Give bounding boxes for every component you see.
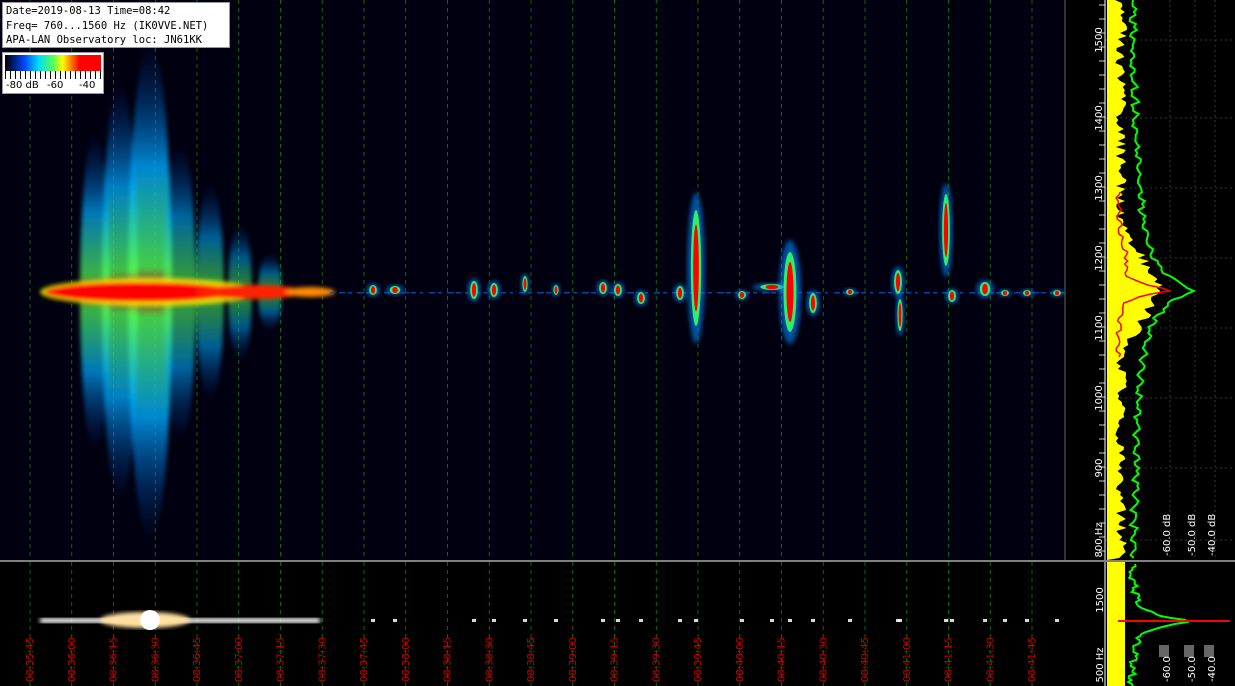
time-label: 08:36:15	[109, 637, 120, 682]
time-label: 08:37:00	[234, 637, 245, 682]
spectrogram-canvas: 08:35:45 08:36:00 08:36:15 08:36:30 08:36:45…	[0, 0, 1235, 686]
info-box: Date=2019-08-13 Time=08:42 Freq= 760...1…	[2, 2, 230, 48]
mini-db-label: -50.0	[1187, 656, 1198, 682]
date-time-text: Date=2019-08-13 Time=08:42	[6, 5, 171, 17]
frequency-label: 1500	[1094, 27, 1105, 52]
mini-frequency-label: 500 Hz	[1095, 647, 1106, 682]
time-label: 08:37:30	[317, 637, 328, 682]
mini-db-label: -40.0	[1207, 656, 1218, 682]
time-label: 08:41:30	[985, 637, 996, 682]
frequency-range-text: Freq= 760...1560 Hz (IK0VVE.NET)	[6, 19, 209, 32]
db-label: -50.0 dB	[1187, 514, 1198, 556]
time-label: 08:40:15	[777, 637, 788, 682]
time-label: 08:38:15	[443, 637, 454, 682]
time-label: 08:40:45	[860, 637, 871, 682]
time-label: 08:39:00	[568, 637, 579, 682]
time-label: 08:41:00	[902, 637, 913, 682]
frequency-label: 800 Hz	[1094, 522, 1105, 557]
time-label: 08:39:45	[693, 637, 704, 682]
mini-db-label: -60.0	[1162, 656, 1173, 682]
frequency-label: 1100	[1094, 315, 1105, 340]
time-label: 08:36:45	[192, 637, 203, 682]
color-gradient	[5, 55, 101, 71]
time-label: 08:36:00	[67, 637, 78, 682]
time-label: 08:38:45	[526, 637, 537, 682]
observatory-text: APA-LAN Observatory loc: JN61KK	[6, 34, 202, 46]
legend-mid-label: -60	[47, 80, 64, 91]
frequency-label: 900	[1094, 458, 1105, 477]
db-label: -40.0 dB	[1207, 514, 1218, 556]
time-label: 08:41:15	[944, 637, 955, 682]
time-label: 08:40:30	[818, 637, 829, 682]
legend-min-label: -80 dB	[6, 80, 39, 91]
time-label: 08:38:30	[484, 637, 495, 682]
db-axis: -60.0 dB -50.0 dB -40.0 dB	[1162, 514, 1218, 556]
frequency-label: 1300	[1094, 175, 1105, 200]
frequency-label: 1200	[1094, 245, 1105, 270]
color-scale-legend: -80 dB -60 -40	[2, 52, 104, 94]
time-label: 08:36:30	[150, 637, 161, 682]
time-label: 08:38:00	[401, 637, 412, 682]
time-label: 08:35:45	[25, 637, 36, 682]
time-label: 08:39:15	[610, 637, 621, 682]
mini-frequency-label: 1500	[1095, 587, 1106, 612]
time-label: 08:39:30	[651, 637, 662, 682]
time-label: 08:37:45	[359, 637, 370, 682]
time-label: 08:40:00	[735, 637, 746, 682]
spectrogram-window: 08:35:45 08:36:00 08:36:15 08:36:30 08:36:45…	[0, 0, 1235, 686]
frequency-label: 1400	[1094, 105, 1105, 130]
legend-max-label: -40	[79, 80, 96, 91]
scale-ticks	[5, 71, 101, 79]
time-label: 08:41:45	[1027, 637, 1038, 682]
time-label: 08:37:15	[276, 637, 287, 682]
frequency-label: 1000	[1094, 385, 1105, 410]
db-label: -60.0 dB	[1162, 514, 1173, 556]
